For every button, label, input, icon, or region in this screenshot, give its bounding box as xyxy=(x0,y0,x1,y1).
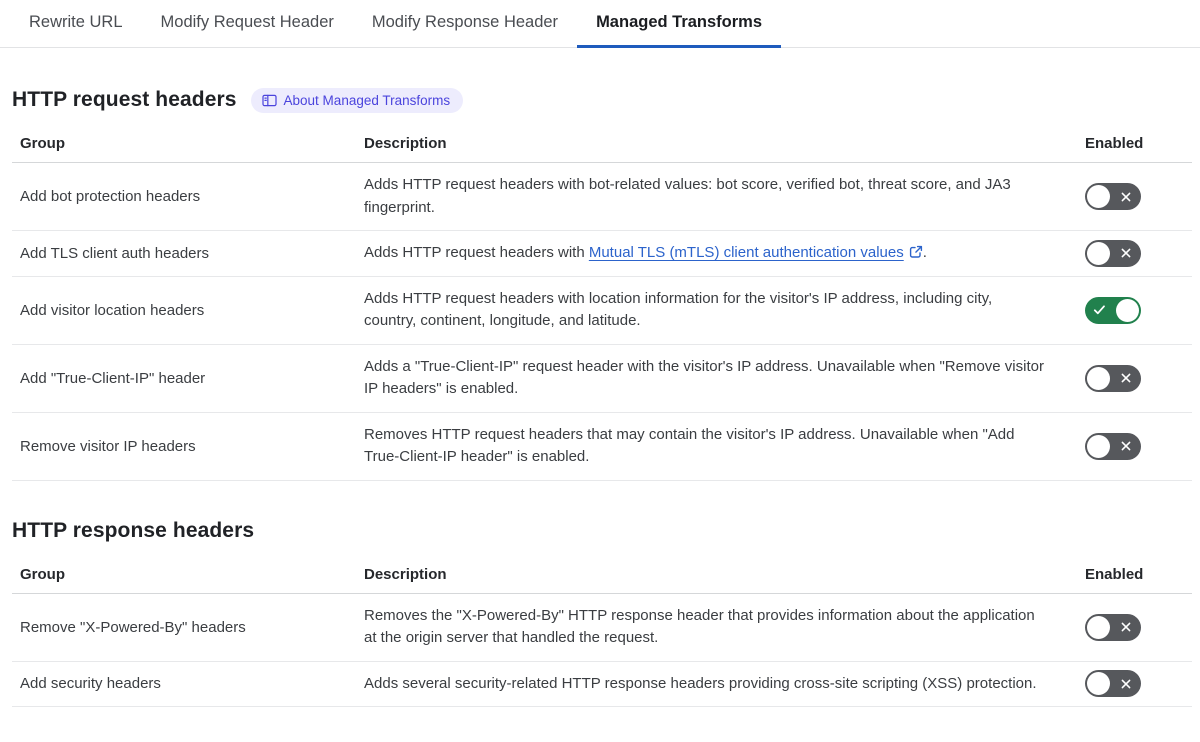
column-header-enabled: Enabled xyxy=(1085,565,1144,583)
enabled-toggle[interactable] xyxy=(1085,670,1141,698)
cross-icon xyxy=(1120,621,1132,633)
group-name: Add bot protection headers xyxy=(20,188,201,205)
group-description: Adds several security-related HTTP respo… xyxy=(364,674,1037,692)
tab[interactable]: Managed Transforms xyxy=(577,0,782,48)
enabled-toggle[interactable] xyxy=(1085,183,1141,210)
table-header-row: Group Description Enabled xyxy=(12,124,1192,163)
enabled-toggle[interactable] xyxy=(1085,432,1141,460)
response-headers-section: HTTP response headers Group Description … xyxy=(0,517,1200,707)
group-name: Remove "X-Powered-By" headers xyxy=(20,618,246,636)
table-row: Add TLS client auth headers Adds HTTP re… xyxy=(12,231,1192,277)
badge-label: About Managed Transforms xyxy=(283,92,451,108)
column-header-enabled: Enabled xyxy=(1085,135,1144,152)
column-header-group: Group xyxy=(20,565,65,583)
book-icon xyxy=(261,94,277,107)
cross-icon xyxy=(1120,440,1132,452)
request-headers-section: HTTP request headers About Managed Trans… xyxy=(0,86,1200,481)
section-title-response: HTTP response headers xyxy=(12,518,255,542)
section-title-request: HTTP request headers xyxy=(12,88,237,111)
group-description: Adds a "True-Client-IP" request header w… xyxy=(364,357,1044,398)
table-row: Add bot protection headers Adds HTTP req… xyxy=(12,163,1192,231)
group-name: Add security headers xyxy=(20,675,161,693)
tab-bar: Rewrite URL Modify Request Header Modify… xyxy=(0,0,1200,48)
table-row: Add visitor location headers Adds HTTP r… xyxy=(12,277,1192,345)
group-name: Add visitor location headers xyxy=(20,301,205,319)
toggle-knob xyxy=(1087,615,1110,639)
response-headers-table: Group Description Enabled Remove "X-Powe… xyxy=(12,555,1192,707)
enabled-toggle[interactable] xyxy=(1085,613,1141,641)
column-header-description: Description xyxy=(364,135,447,152)
tab[interactable]: Rewrite URL xyxy=(10,0,142,48)
group-description: Adds HTTP request headers with location … xyxy=(364,289,993,330)
table-row: Add "True-Client-IP" header Adds a "True… xyxy=(12,345,1192,413)
group-name: Remove visitor IP headers xyxy=(20,437,196,455)
check-icon xyxy=(1093,305,1106,316)
group-description: Removes HTTP request headers that may co… xyxy=(364,425,1015,466)
table-header-row: Group Description Enabled xyxy=(12,555,1192,594)
enabled-toggle[interactable] xyxy=(1085,239,1141,267)
group-name: Add "True-Client-IP" header xyxy=(20,369,206,387)
external-link-icon xyxy=(904,244,923,261)
tab[interactable]: Modify Request Header xyxy=(142,0,353,48)
about-managed-transforms-badge[interactable]: About Managed Transforms xyxy=(250,87,464,113)
toggle-knob xyxy=(1087,185,1110,208)
enabled-toggle[interactable] xyxy=(1085,364,1141,392)
table-row: Add security headers Adds several securi… xyxy=(12,662,1192,707)
column-header-group: Group xyxy=(20,135,65,152)
group-description: Adds HTTP request headers with Mutual TL… xyxy=(364,244,927,261)
description-link[interactable]: Mutual TLS (mTLS) client authentication … xyxy=(589,244,923,261)
toggle-knob xyxy=(1087,672,1110,696)
toggle-knob xyxy=(1116,298,1139,322)
cross-icon xyxy=(1120,678,1132,690)
table-row: Remove "X-Powered-By" headers Removes th… xyxy=(12,594,1192,662)
group-name: Add TLS client auth headers xyxy=(20,244,210,262)
tab[interactable]: Modify Response Header xyxy=(353,0,577,48)
enabled-toggle[interactable] xyxy=(1085,296,1141,324)
cross-icon xyxy=(1120,247,1132,259)
cross-icon xyxy=(1120,191,1132,203)
request-headers-table: Group Description Enabled Add bot protec… xyxy=(12,124,1192,481)
toggle-knob xyxy=(1087,241,1110,265)
table-row: Remove visitor IP headers Removes HTTP r… xyxy=(12,413,1192,481)
toggle-knob xyxy=(1087,434,1110,458)
group-description: Removes the "X-Powered-By" HTTP response… xyxy=(364,606,1035,647)
group-description: Adds HTTP request headers with bot-relat… xyxy=(364,176,1011,216)
toggle-knob xyxy=(1087,366,1110,390)
column-header-description: Description xyxy=(364,565,447,583)
cross-icon xyxy=(1120,372,1132,384)
